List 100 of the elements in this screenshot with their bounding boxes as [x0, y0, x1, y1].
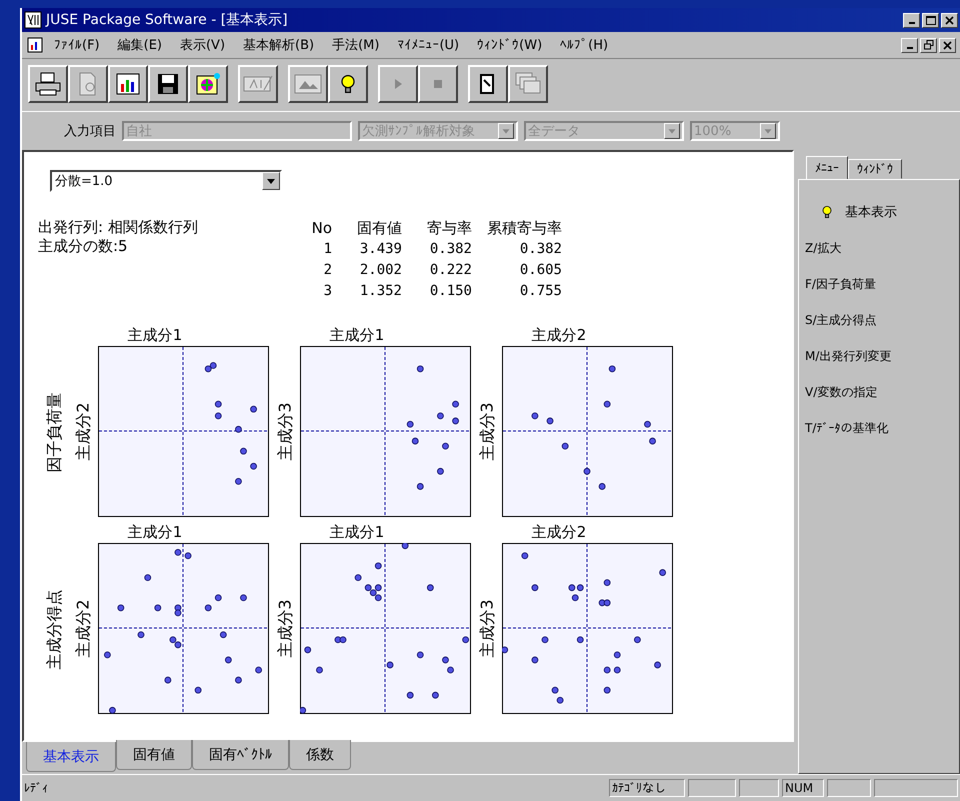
- data-point: [214, 594, 222, 602]
- data-point: [546, 418, 554, 424]
- menu-item[interactable]: ﾍﾙﾌﾟ(H): [552, 36, 616, 54]
- status-pane: [688, 779, 736, 797]
- data-point: [214, 400, 222, 408]
- data-point: [416, 651, 424, 658]
- data-point: [556, 696, 564, 704]
- axis-label: 主成分3: [276, 598, 296, 658]
- plot-title: 主成分1: [126, 325, 184, 346]
- data-point: [412, 438, 419, 444]
- data-point: [416, 483, 424, 490]
- maximize-button[interactable]: [922, 12, 939, 28]
- bar-chart-icon: [115, 72, 141, 96]
- menu-item[interactable]: T/ﾃﾞｰﾀの基準化: [805, 410, 959, 446]
- data-point: [542, 636, 548, 644]
- data-point: [442, 442, 449, 450]
- tab[interactable]: ﾒﾆｭｰ: [806, 156, 848, 180]
- data-point: [255, 666, 262, 674]
- document-chart-icon[interactable]: [26, 36, 44, 54]
- tab[interactable]: 基本表示: [26, 742, 116, 772]
- data-point: [462, 636, 470, 644]
- close-button[interactable]: [939, 38, 956, 52]
- column-header: 寄与率: [426, 218, 472, 239]
- table-cell-text: 0.382: [518, 240, 562, 259]
- toolbar-button[interactable]: [108, 65, 148, 103]
- data-point: [235, 478, 242, 485]
- toolbar-button[interactable]: [328, 65, 368, 103]
- table-cell-text: 0.605: [518, 261, 562, 280]
- table-cell-text: 2: [322, 261, 332, 280]
- tab[interactable]: ｳｨﾝﾄﾞｳ: [848, 159, 902, 179]
- data-point: [437, 412, 444, 420]
- menu-item[interactable]: 基本解析(B): [235, 34, 322, 56]
- variance-dropdown[interactable]: 分散=1.0: [50, 170, 282, 192]
- data-point: [521, 552, 528, 560]
- data-point: [224, 656, 232, 664]
- menu-item[interactable]: 表示(V): [172, 34, 234, 56]
- tab[interactable]: 固有値: [116, 740, 192, 770]
- data-point: [608, 365, 616, 372]
- menu-item[interactable]: V/変数の指定: [805, 374, 959, 410]
- minimize-button[interactable]: [903, 12, 920, 28]
- menu-item[interactable]: ﾏｲﾒﾆｭｰ(U): [389, 36, 468, 54]
- plot-title: 主成分2: [530, 522, 588, 543]
- data-point: [402, 543, 409, 550]
- toolbar-button[interactable]: [28, 65, 68, 103]
- menu-item[interactable]: M/出発行列変更: [805, 338, 959, 374]
- axis-label: 主成分3: [276, 402, 296, 460]
- app-icon: [24, 11, 42, 29]
- data-point: [604, 666, 611, 674]
- data-point: [304, 646, 312, 654]
- data-point: [406, 420, 414, 428]
- data-point: [447, 666, 454, 674]
- play-icon: [392, 77, 404, 91]
- data-point: [532, 584, 538, 592]
- menu-item[interactable]: 手法(M): [324, 34, 388, 56]
- data-point: [598, 483, 606, 490]
- maximize-icon: [926, 16, 936, 24]
- status-pane: [739, 779, 779, 797]
- data-point: [614, 666, 621, 674]
- data-point: [572, 594, 579, 602]
- menu-item[interactable]: ｳｨﾝﾄﾞｳ(W): [469, 36, 550, 54]
- menu-item[interactable]: Z/拡大: [805, 230, 959, 266]
- data-point: [109, 706, 116, 714]
- data-point: [138, 631, 144, 638]
- data-point: [235, 426, 242, 433]
- data-point: [426, 584, 434, 592]
- restore-button[interactable]: [920, 38, 937, 52]
- data-point: [584, 468, 590, 475]
- minimize-button[interactable]: [901, 38, 918, 52]
- table-cell-text: 0.222: [428, 261, 472, 280]
- data-point: [386, 662, 394, 668]
- data-point: [502, 646, 508, 654]
- minimize-icon: [908, 22, 914, 24]
- info-text: 主成分の数:5: [38, 237, 129, 256]
- tab[interactable]: 固有ﾍﾞｸﾄﾙ: [192, 740, 289, 770]
- menu-item[interactable]: 基本表示: [805, 194, 959, 230]
- data-point: [406, 692, 414, 699]
- toolbar-button[interactable]: [148, 65, 188, 103]
- data-point: [164, 676, 172, 684]
- menu-item[interactable]: S/主成分得点: [805, 302, 959, 338]
- column-header: 累積寄与率: [486, 218, 562, 239]
- toolbar-button[interactable]: [468, 65, 508, 103]
- status-text: ﾚﾃﾞｨ: [24, 781, 49, 795]
- toolbar-button[interactable]: [188, 65, 228, 103]
- data-point: [174, 549, 182, 556]
- data-point: [300, 706, 306, 714]
- data-point: [104, 651, 111, 658]
- plot-title: 主成分2: [530, 325, 588, 346]
- data-point: [654, 662, 661, 668]
- info-text: 出発行列: 相関係数行列: [38, 218, 199, 237]
- menu-item[interactable]: 編集(E): [110, 34, 170, 56]
- data-point: [614, 651, 621, 658]
- status-pane: NUM: [782, 779, 824, 797]
- data-point: [562, 442, 569, 450]
- data-point: [437, 468, 444, 475]
- tab[interactable]: 係数: [289, 740, 351, 770]
- menu-item[interactable]: F/因子負荷量: [805, 266, 959, 302]
- data-point: [144, 574, 152, 581]
- close-button[interactable]: [941, 12, 958, 28]
- menu-item[interactable]: ﾌｧｲﾙ(F): [46, 36, 108, 54]
- data-point: [649, 438, 656, 444]
